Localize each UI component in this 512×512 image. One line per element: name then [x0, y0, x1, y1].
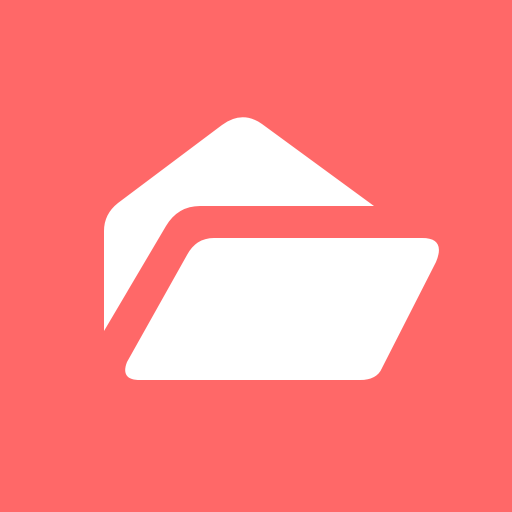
open-folder-icon [0, 0, 512, 512]
app-icon [0, 0, 512, 512]
